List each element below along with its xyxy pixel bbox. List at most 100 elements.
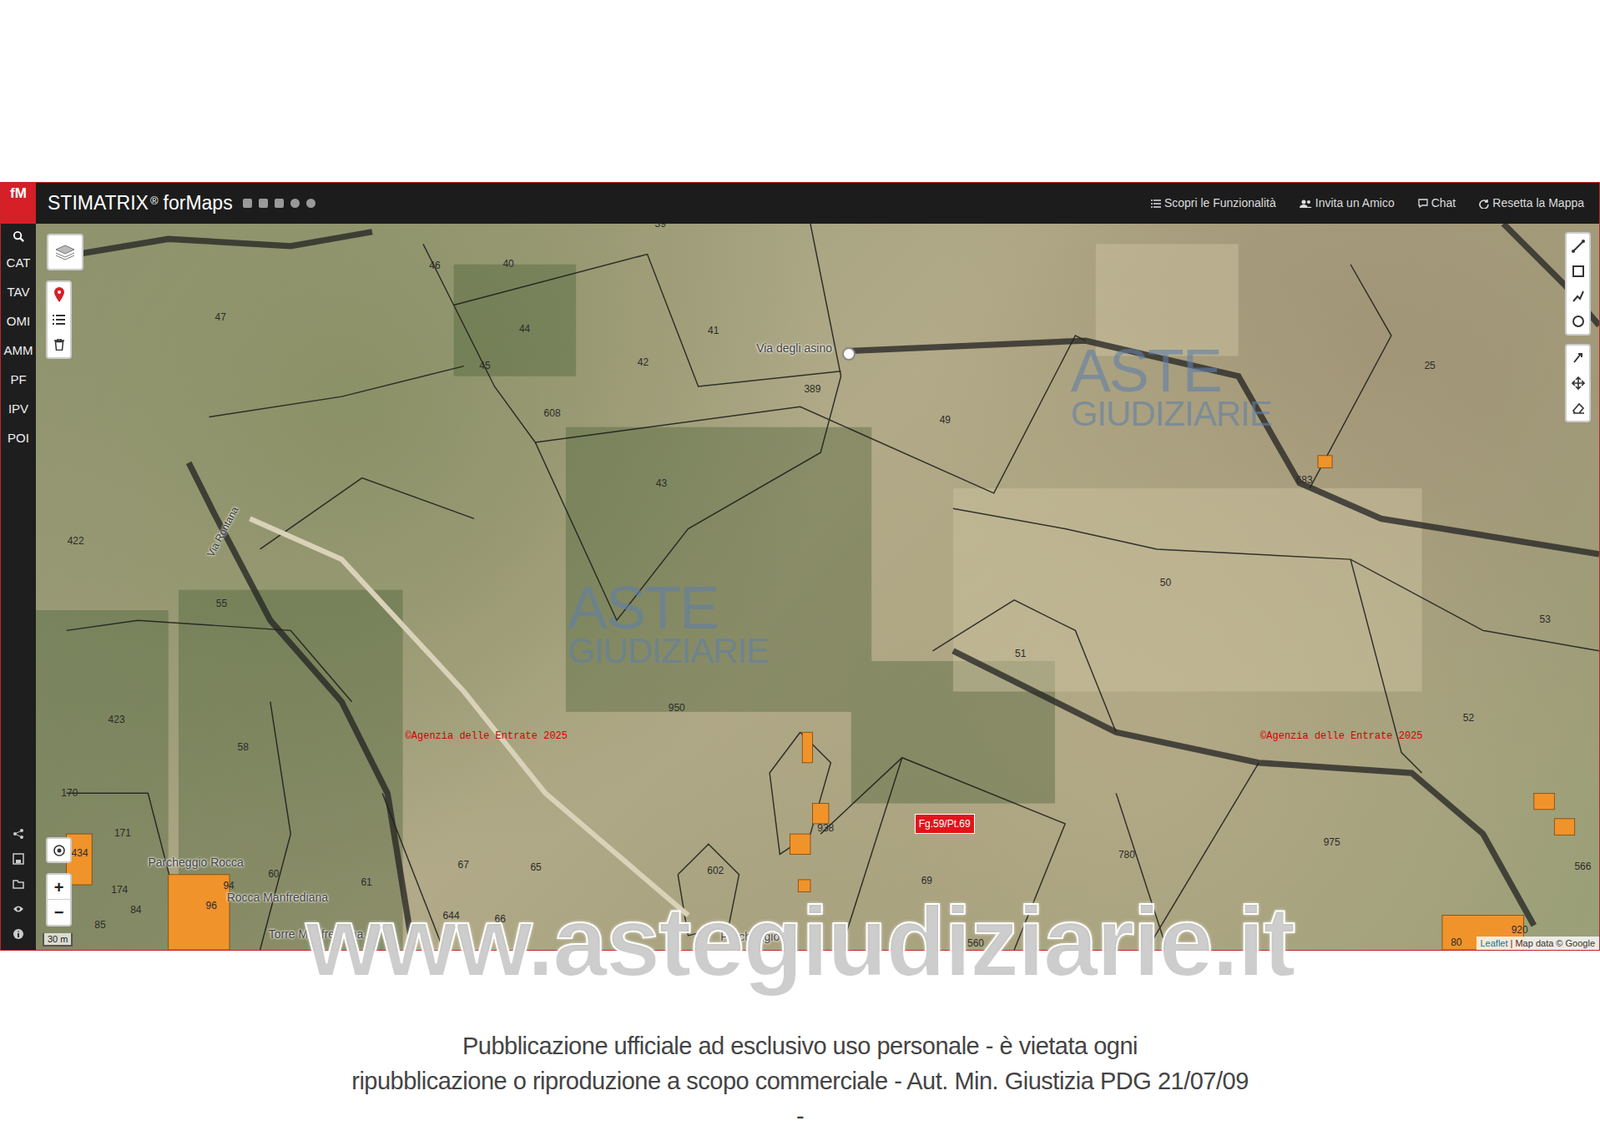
app-frame: fM STIMATRIX ® forMaps Scopri le Funzion… (0, 181, 1600, 951)
copyright-label: ©Agenzia delle Entrate 2025 (405, 731, 568, 742)
parcel-label[interactable]: 608 (544, 408, 561, 419)
parcel-label[interactable]: 46 (429, 260, 440, 271)
parcel-label[interactable]: 67 (458, 859, 470, 870)
move-icon[interactable] (1571, 370, 1585, 396)
edit-icon[interactable] (1571, 345, 1585, 371)
parcel-label[interactable]: 938 (817, 822, 834, 833)
map[interactable]: 39 46 40 47 44 41 42 45 389 608 49 25 683 43 422 50 55 53… (35, 223, 1600, 950)
parcel-label[interactable]: 49 (939, 414, 951, 425)
parcel-label[interactable]: 434 (71, 847, 89, 859)
folder-icon[interactable] (12, 878, 25, 890)
parcel-label[interactable]: 94 (222, 880, 234, 891)
logo-text: fM (10, 186, 27, 201)
zoom-out-button[interactable]: − (47, 899, 71, 925)
parcel-label[interactable]: 39 (655, 223, 667, 229)
parcel-marker[interactable]: Fg.59/Pt.69 (914, 813, 975, 834)
parcel-label[interactable]: 96 (206, 900, 218, 911)
search-icon[interactable] (12, 223, 26, 249)
parcel-label[interactable]: 25 (1423, 360, 1435, 371)
header-link[interactable]: Chat (1418, 194, 1457, 212)
parcel-label[interactable]: 920 (1511, 924, 1529, 935)
layers-icon (54, 242, 76, 262)
parcel-label[interactable]: 61 (360, 877, 372, 888)
parcel-label[interactable]: 45 (479, 360, 490, 371)
parcel-label[interactable]: 41 (707, 325, 719, 336)
marker-icon[interactable] (54, 282, 65, 308)
parcel-label[interactable]: 60 (267, 868, 279, 879)
parcel-label[interactable]: 55 (216, 598, 228, 609)
web-icon[interactable] (306, 198, 316, 208)
eye-icon[interactable] (12, 903, 25, 915)
parcel-label[interactable]: 50 (1160, 577, 1171, 588)
parcel-label[interactable]: 683 (1296, 474, 1313, 485)
parcel-label[interactable]: 950 (668, 702, 686, 713)
parcel-label[interactable]: 42 (637, 357, 649, 368)
parcel-label[interactable]: 53 (1539, 614, 1551, 625)
header-link[interactable]: Invita un Amico (1299, 194, 1395, 212)
zoom-control: +− (45, 873, 72, 927)
place-label[interactable]: Parcheggio (720, 930, 780, 943)
place-pin-icon[interactable] (842, 347, 856, 361)
place-label[interactable]: Rocca Manfrediana (227, 891, 329, 904)
parcel-label[interactable]: 58 (237, 741, 249, 753)
header-link[interactable]: Scopri le Funzionalità (1150, 194, 1277, 212)
sidebar-item[interactable]: CAT (6, 248, 31, 278)
parcel-label[interactable]: 66 (494, 913, 506, 924)
place-label[interactable]: Parcheggio Rocca (147, 856, 243, 869)
top-bar: fM STIMATRIX ® forMaps Scopri le Funzion… (0, 182, 1600, 224)
youtube-icon[interactable] (274, 198, 284, 208)
sidebar-item[interactable]: OMI (6, 307, 31, 337)
header-link[interactable]: Resetta la Mappa (1478, 194, 1585, 212)
linkedin-icon[interactable] (258, 198, 268, 208)
polygon-icon[interactable] (1571, 258, 1585, 284)
save-icon[interactable] (12, 852, 25, 865)
logo[interactable]: fM (0, 182, 36, 224)
caption-line: ripubblicazione o riproduzione a scopo c… (351, 1063, 1249, 1099)
instagram-icon[interactable] (290, 198, 300, 208)
parcel-label[interactable]: 174 (111, 884, 128, 895)
place-label[interactable]: Torre Manfrediana (268, 928, 364, 940)
facebook-icon[interactable] (242, 198, 253, 208)
path-icon[interactable] (1571, 283, 1585, 309)
line-icon[interactable] (1571, 233, 1585, 259)
parcel-label[interactable]: 644 (443, 910, 460, 921)
parcel-label[interactable]: 51 (1014, 648, 1026, 659)
parcel-label[interactable]: 44 (519, 323, 530, 334)
share-icon[interactable] (12, 827, 25, 840)
eraser-icon[interactable] (1571, 395, 1585, 421)
parcel-label[interactable]: 389 (803, 383, 821, 394)
sidebar-item[interactable]: AMM (4, 336, 34, 366)
sidebar-item[interactable]: TAV (7, 277, 31, 308)
parcel-label[interactable]: 40 (502, 258, 514, 269)
list-icon (1150, 199, 1161, 208)
parcel-label[interactable]: 566 (1574, 861, 1591, 872)
parcel-label[interactable]: 170 (60, 787, 78, 798)
parcel-label[interactable]: 780 (1118, 849, 1136, 860)
place-label[interactable]: Via degli asino (756, 342, 833, 354)
parcel-label[interactable]: 560 (967, 938, 985, 949)
parcel-label[interactable]: 52 (1463, 712, 1474, 723)
parcel-label[interactable]: 975 (1323, 837, 1341, 848)
sidebar-item[interactable]: POI (7, 423, 30, 454)
parcel-label[interactable]: 80 (1450, 937, 1462, 948)
parcel-label[interactable]: 84 (130, 904, 142, 915)
parcel-label[interactable]: 47 (215, 312, 227, 323)
zoom-in-button[interactable]: + (47, 874, 71, 900)
parcel-label[interactable]: 69 (921, 875, 933, 886)
parcel-label[interactable]: 423 (108, 714, 126, 725)
layers-button[interactable] (46, 233, 84, 271)
locate-button[interactable] (45, 837, 72, 864)
parcel-label[interactable]: 65 (529, 862, 541, 873)
parcel-label[interactable]: 43 (656, 478, 667, 489)
sidebar-item[interactable]: PF (10, 365, 26, 395)
copyright-label: ©Agenzia delle Entrate 2025 (1260, 731, 1423, 742)
circle-icon[interactable] (1571, 308, 1585, 334)
parcel-label[interactable]: 602 (706, 865, 724, 876)
parcel-label[interactable]: 85 (94, 919, 106, 930)
trash-icon[interactable] (54, 332, 65, 358)
list-icon[interactable] (52, 307, 66, 333)
parcel-label[interactable]: 422 (67, 535, 85, 546)
info-icon[interactable] (12, 928, 25, 940)
parcel-label[interactable]: 171 (114, 827, 132, 838)
sidebar-item[interactable]: IPV (8, 394, 29, 424)
